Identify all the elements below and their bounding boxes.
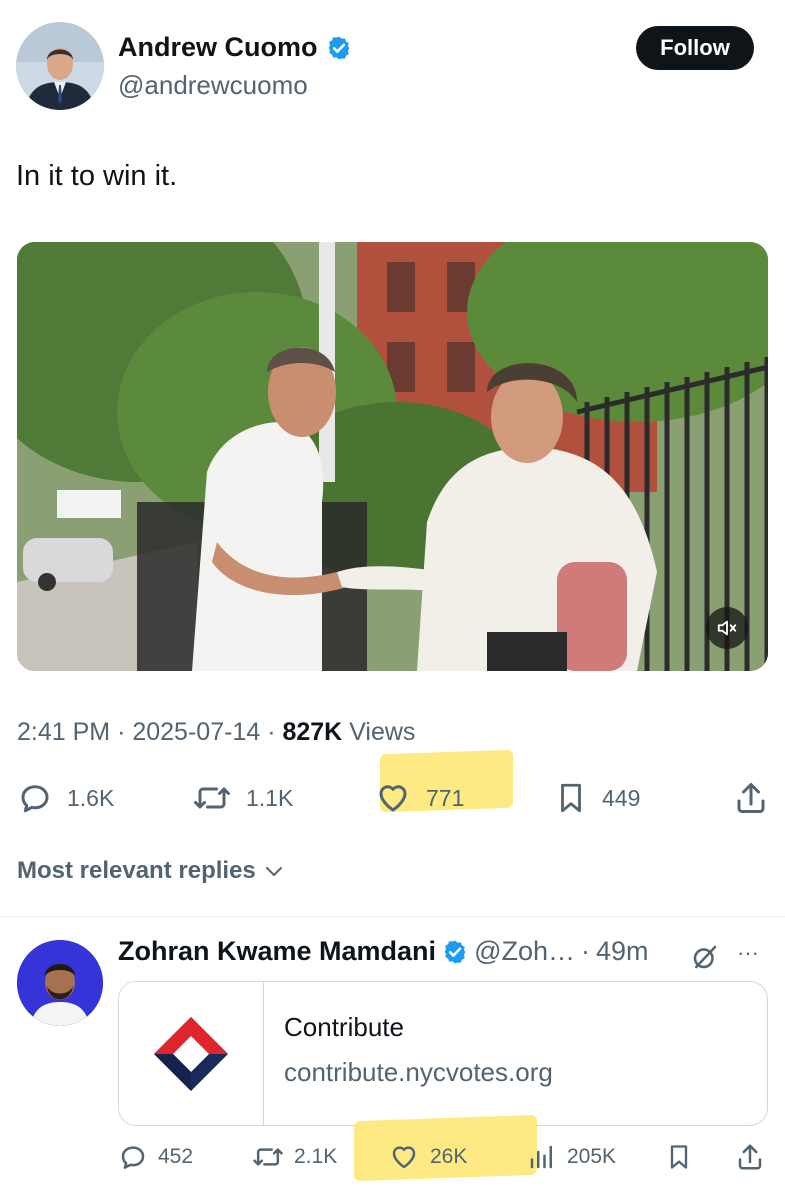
grok-icon (693, 945, 717, 969)
tweet-meta: 2:41 PM · 2025-07-14 · 827K Views (17, 718, 415, 747)
reply-icon (121, 1146, 145, 1169)
like-count: 771 (426, 784, 465, 811)
retweet-count: 1.1K (246, 784, 294, 811)
views-count: 827K (282, 718, 343, 746)
bookmark-icon (670, 1145, 688, 1169)
reply-time[interactable]: 49m (596, 936, 649, 967)
card-url: contribute.nycvotes.org (284, 1057, 553, 1087)
verified-badge-icon (444, 940, 466, 963)
views-label: Views (349, 718, 416, 746)
reply-views-count: 205K (567, 1145, 617, 1168)
reply-button[interactable]: 1.6K (17, 780, 114, 816)
divider (0, 916, 785, 917)
reply-author-name[interactable]: Zohran Kwame Mamdani (118, 936, 436, 967)
share-button[interactable] (733, 780, 769, 816)
reply-icon (21, 785, 49, 813)
grok-button[interactable] (690, 942, 720, 977)
tweet-video[interactable] (17, 242, 768, 671)
views-chart-icon (530, 1145, 552, 1169)
author-name-text[interactable]: Andrew Cuomo (118, 32, 318, 63)
heart-icon (379, 785, 407, 812)
meta-separator: · (267, 718, 276, 746)
follow-button[interactable]: Follow (636, 26, 754, 70)
reply-count: 1.6K (67, 784, 115, 811)
replies-sort-dropdown[interactable]: Most relevant replies (17, 857, 286, 885)
reply-retweet-button[interactable]: 2.1K (252, 1142, 337, 1172)
heart-icon (392, 1146, 416, 1169)
nycvotes-logo-icon (154, 1016, 228, 1091)
reply-bookmark-button[interactable] (665, 1142, 693, 1172)
chevron-down-icon (265, 867, 282, 876)
meta-separator: · (117, 718, 126, 746)
reply-reply-button[interactable]: 452 (118, 1142, 193, 1172)
retweet-icon (194, 787, 230, 809)
card-logo (119, 982, 264, 1125)
more-options-button[interactable]: ··· (737, 940, 759, 966)
link-card[interactable]: Contribute contribute.nycvotes.org (118, 981, 768, 1126)
speaker-muted-icon (717, 620, 737, 636)
bookmark-button[interactable]: 449 (554, 780, 640, 816)
retweet-icon (253, 1148, 283, 1166)
author-avatar[interactable] (16, 22, 104, 110)
reply-retweet-count: 2.1K (294, 1145, 338, 1168)
reply-author-handle[interactable]: @Zoh… (474, 936, 575, 967)
reply-header: Zohran Kwame Mamdani @Zoh… · 49m (118, 936, 649, 967)
share-icon (737, 783, 765, 813)
retweet-button[interactable]: 1.1K (192, 780, 293, 816)
reply-reply-count: 452 (158, 1145, 194, 1168)
verified-badge-icon (328, 36, 349, 59)
reply-like-button[interactable]: 26K (388, 1142, 467, 1172)
author-name[interactable]: Andrew Cuomo (118, 32, 352, 63)
reply-share-button[interactable] (735, 1142, 765, 1172)
video-frame (17, 242, 768, 671)
mute-button[interactable] (706, 607, 748, 649)
share-icon (738, 1144, 762, 1170)
bookmark-icon (561, 783, 581, 813)
reply-views-button[interactable]: 205K (527, 1142, 616, 1172)
reply-author-avatar[interactable] (17, 940, 103, 1026)
tweet-time[interactable]: 2:41 PM (17, 718, 110, 746)
meta-separator: · (581, 936, 590, 966)
bookmark-count: 449 (602, 784, 641, 811)
replies-sort-label: Most relevant replies (17, 857, 256, 884)
tweet-date[interactable]: 2025-07-14 (132, 718, 260, 746)
reply-like-count: 26K (430, 1145, 468, 1168)
card-title: Contribute (284, 1012, 404, 1042)
author-handle[interactable]: @andrewcuomo (118, 70, 308, 101)
tweet-text: In it to win it. (16, 160, 178, 192)
like-button[interactable]: 771 (374, 780, 464, 816)
